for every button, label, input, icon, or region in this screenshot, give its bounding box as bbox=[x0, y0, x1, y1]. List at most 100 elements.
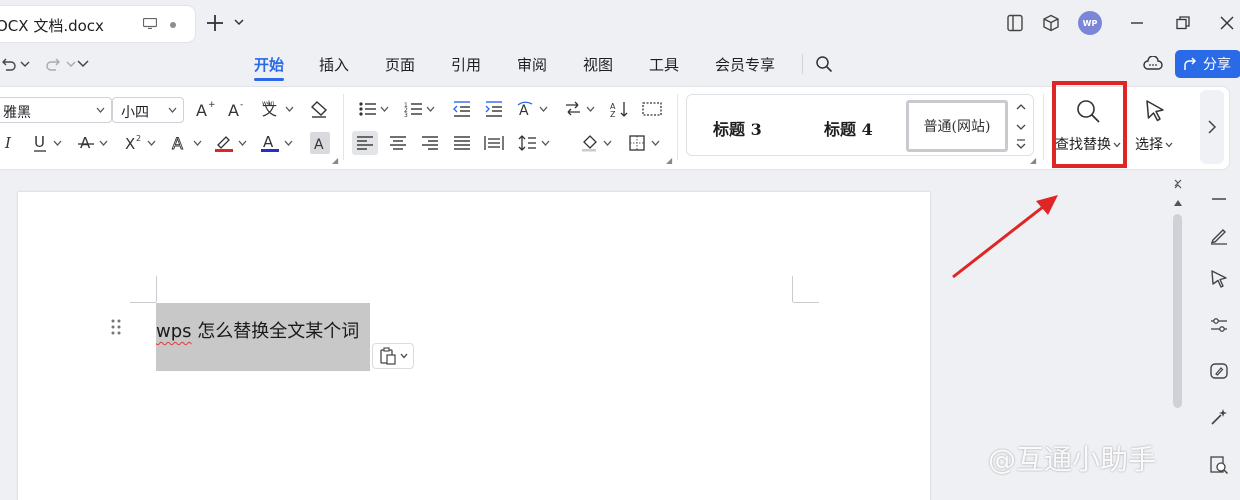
pointer-icon[interactable] bbox=[1208, 268, 1230, 290]
style-heading-4[interactable]: 标题 4 bbox=[824, 116, 873, 140]
scrollbar-thumb[interactable] bbox=[1173, 214, 1182, 408]
tab-review[interactable]: 审阅 bbox=[517, 54, 547, 75]
tab-view[interactable]: 视图 bbox=[583, 54, 613, 75]
undo-icon[interactable] bbox=[0, 55, 30, 73]
align-right-button[interactable] bbox=[419, 132, 441, 154]
ai-brush-icon[interactable] bbox=[1208, 360, 1230, 382]
watermark-text: @互通小助手 bbox=[988, 443, 1157, 476]
highlight-color-button[interactable] bbox=[214, 132, 250, 154]
document-text-line[interactable]: wps 怎么替换全文某个词 bbox=[156, 317, 359, 343]
italic-button[interactable]: I bbox=[0, 132, 16, 154]
shrink-font-icon[interactable]: A- bbox=[226, 98, 248, 120]
document-text-rest: 怎么替换全文某个词 bbox=[191, 321, 360, 342]
select-cursor-icon[interactable] bbox=[1140, 96, 1170, 126]
redo-icon[interactable] bbox=[46, 55, 76, 73]
superscript-button[interactable]: X2 bbox=[124, 132, 160, 154]
reading-mode-icon[interactable] bbox=[1004, 12, 1026, 34]
line-spacing-button[interactable] bbox=[518, 132, 554, 154]
user-avatar[interactable]: WP bbox=[1078, 11, 1102, 35]
text-effect-button[interactable]: A bbox=[170, 132, 206, 154]
find-in-document-icon[interactable] bbox=[1208, 454, 1230, 476]
eraser-icon[interactable] bbox=[308, 98, 330, 120]
tab-references[interactable]: 引用 bbox=[451, 54, 481, 75]
restore-icon[interactable] bbox=[1172, 12, 1194, 34]
svg-text:A: A bbox=[80, 134, 91, 152]
margin-corner-mark bbox=[792, 276, 793, 302]
chevron-down-icon bbox=[1165, 142, 1173, 148]
unsaved-dot-icon bbox=[170, 22, 176, 28]
svg-text:Z: Z bbox=[610, 110, 616, 118]
font-dialog-launcher-icon[interactable]: ◢ bbox=[332, 156, 338, 165]
paragraph-shading-button[interactable] bbox=[580, 132, 616, 154]
font-name-value: 雅黑 bbox=[3, 105, 31, 121]
style-heading-3[interactable]: 标题 3 bbox=[713, 116, 762, 140]
ribbon-divider bbox=[677, 94, 678, 160]
font-size-select[interactable]: 小四 bbox=[112, 97, 184, 123]
tab-page[interactable]: 页面 bbox=[385, 54, 415, 75]
align-center-button[interactable] bbox=[387, 132, 409, 154]
bullet-list-icon[interactable] bbox=[358, 98, 392, 120]
share-button[interactable]: 分享 bbox=[1175, 50, 1240, 78]
svg-text:A: A bbox=[263, 133, 274, 151]
chevron-down-icon bbox=[96, 107, 105, 113]
phonetic-guide-icon[interactable]: 文 wén bbox=[260, 98, 296, 120]
grow-font-icon[interactable]: A + bbox=[194, 98, 216, 120]
table-grid-icon[interactable] bbox=[641, 98, 663, 120]
document-tab-title: OCX 文档.docx bbox=[0, 17, 104, 35]
svg-text:2: 2 bbox=[136, 134, 141, 143]
monitor-icon[interactable] bbox=[143, 18, 157, 29]
sort-icon[interactable]: AZ bbox=[609, 98, 631, 120]
character-shading-button[interactable]: A bbox=[310, 132, 330, 154]
tab-home[interactable]: 开始 bbox=[254, 54, 284, 75]
styles-scroll-icon[interactable] bbox=[1014, 100, 1028, 154]
tab-member[interactable]: 会员专享 bbox=[715, 54, 775, 75]
svg-text:-: - bbox=[240, 100, 243, 110]
font-name-select[interactable]: 雅黑 bbox=[0, 97, 112, 123]
decrease-indent-icon[interactable] bbox=[451, 98, 473, 120]
svg-text:A: A bbox=[228, 101, 239, 118]
text-direction-icon[interactable]: A bbox=[516, 98, 552, 120]
justify-button[interactable] bbox=[451, 132, 473, 154]
search-icon[interactable] bbox=[815, 55, 833, 73]
close-icon[interactable] bbox=[1216, 12, 1238, 34]
ribbon-divider bbox=[1043, 94, 1044, 160]
paste-options-button[interactable] bbox=[372, 343, 414, 369]
collapse-rail-icon[interactable] bbox=[1208, 188, 1230, 210]
select-button[interactable]: 选择 bbox=[1135, 134, 1173, 154]
annotation-arrow bbox=[952, 195, 1058, 279]
select-label: 选择 bbox=[1135, 137, 1163, 153]
quick-access-chevron-icon[interactable] bbox=[77, 55, 89, 73]
style-normal-web[interactable]: 普通(网站) bbox=[906, 100, 1008, 152]
tab-tools[interactable]: 工具 bbox=[649, 54, 679, 75]
chevron-down-icon[interactable] bbox=[234, 18, 244, 26]
strikethrough-button[interactable]: A bbox=[78, 132, 112, 154]
svg-text:3: 3 bbox=[404, 112, 408, 118]
active-tab-indicator bbox=[254, 78, 284, 81]
increase-indent-icon[interactable] bbox=[483, 98, 505, 120]
borders-button[interactable] bbox=[628, 132, 664, 154]
minimize-icon[interactable] bbox=[1126, 12, 1148, 34]
align-left-button[interactable] bbox=[352, 131, 378, 155]
new-tab-plus-icon[interactable] bbox=[204, 12, 226, 34]
tab-insert[interactable]: 插入 bbox=[319, 54, 349, 75]
adjust-sliders-icon[interactable] bbox=[1208, 314, 1230, 336]
numbered-list-icon[interactable]: 123 bbox=[404, 98, 438, 120]
svg-text:A: A bbox=[519, 103, 529, 118]
document-page[interactable] bbox=[18, 192, 930, 500]
underline-button[interactable]: U bbox=[32, 132, 66, 154]
cloud-icon[interactable] bbox=[1143, 55, 1163, 73]
paragraph-drag-handle-icon[interactable] bbox=[110, 318, 122, 336]
paragraph-dialog-launcher-icon[interactable]: ◢ bbox=[666, 156, 672, 165]
magic-wand-icon[interactable] bbox=[1208, 406, 1230, 428]
line-break-icon[interactable] bbox=[564, 98, 598, 120]
font-size-value: 小四 bbox=[121, 105, 149, 121]
pen-edit-icon[interactable] bbox=[1208, 224, 1230, 246]
distributed-align-button[interactable] bbox=[483, 132, 505, 154]
styles-dialog-launcher-icon[interactable]: ◢ bbox=[1030, 156, 1036, 165]
cube-icon[interactable] bbox=[1040, 12, 1062, 34]
font-color-button[interactable]: A bbox=[260, 132, 296, 154]
document-tab[interactable]: OCX 文档.docx bbox=[0, 6, 195, 42]
ribbon-divider bbox=[343, 94, 344, 160]
ribbon-more-button[interactable] bbox=[1200, 90, 1224, 164]
title-bar: OCX 文档.docx WP bbox=[0, 0, 1240, 46]
